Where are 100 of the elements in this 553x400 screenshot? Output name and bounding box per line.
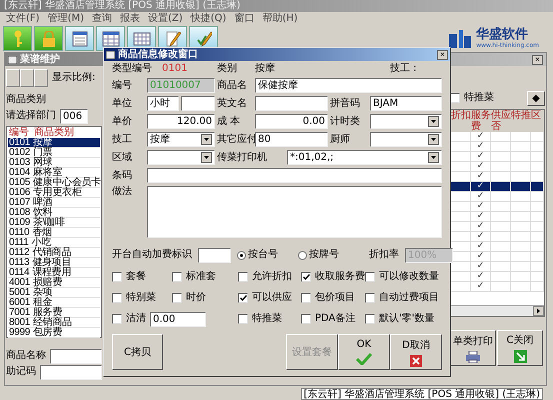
- category-row[interactable]: 4001 损赔费: [8, 278, 100, 288]
- name-field[interactable]: [50, 348, 102, 364]
- grid-row[interactable]: ✓: [451, 262, 544, 272]
- checkbox-label: 套餐: [126, 271, 146, 283]
- grid-row[interactable]: ✓: [451, 152, 544, 162]
- category-row[interactable]: 0112 代销商品: [8, 248, 100, 258]
- category-row[interactable]: 0105 健康中心会员卡: [8, 178, 100, 188]
- unit-field[interactable]: [181, 96, 215, 111]
- checkbox[interactable]: [301, 314, 311, 324]
- category-row[interactable]: 0102 门票: [8, 148, 100, 158]
- technician-dropdown[interactable]: 按摩: [147, 132, 215, 147]
- mnemonic-field[interactable]: [40, 364, 102, 380]
- menu-item[interactable]: 文件(F): [6, 12, 40, 24]
- checkbox[interactable]: [172, 293, 182, 303]
- grid-row[interactable]: ✓: [451, 282, 544, 292]
- pinyin-field[interactable]: BJAM: [370, 96, 442, 111]
- timing-dropdown[interactable]: [370, 114, 442, 129]
- menu-item[interactable]: 查询: [92, 12, 112, 24]
- category-row[interactable]: 6001 租金: [8, 298, 100, 308]
- menu-item[interactable]: 快捷(Q): [190, 12, 226, 24]
- category-row[interactable]: 5001 杂项: [8, 288, 100, 298]
- category-row[interactable]: 0114 课程费用: [8, 268, 100, 278]
- category-row[interactable]: 0113 健身项目: [8, 258, 100, 268]
- grid-row[interactable]: ✓: [451, 132, 544, 142]
- checkbox[interactable]: [365, 293, 375, 303]
- cancel-button[interactable]: D取消: [390, 334, 442, 370]
- checkbox[interactable]: [450, 93, 460, 103]
- checkbox[interactable]: [238, 293, 248, 303]
- column-header: 编号: [9, 128, 29, 138]
- radio-button[interactable]: [237, 250, 246, 260]
- grid-row[interactable]: ✓: [451, 162, 544, 172]
- close-button[interactable]: C关闭: [497, 330, 543, 366]
- category-row[interactable]: 0106 专用更衣柜: [8, 188, 100, 198]
- ok-button[interactable]: OK: [338, 334, 390, 370]
- cost-field[interactable]: 0.00: [255, 114, 328, 129]
- grid-row[interactable]: ✓: [451, 222, 544, 232]
- checkbox[interactable]: [112, 272, 122, 282]
- checkbox-label: 自动过费项目: [379, 292, 439, 304]
- grid-row[interactable]: ✓: [451, 142, 544, 152]
- cancel-icon: [410, 354, 422, 366]
- category-row[interactable]: 8001 经销商品: [8, 318, 100, 328]
- category-row[interactable]: 0108 饮料: [8, 208, 100, 218]
- category-row[interactable]: 0109 茶\咖啡: [8, 218, 100, 228]
- menu-item[interactable]: 窗口: [234, 12, 254, 24]
- category-row[interactable]: 0107 啤酒: [8, 198, 100, 208]
- dialog-title: 商品信息修改窗口: [118, 48, 198, 60]
- printer-dropdown[interactable]: *:01,02,;: [287, 150, 442, 165]
- method-text-area[interactable]: [147, 186, 442, 238]
- field-label: 请选择部门: [6, 110, 56, 122]
- checkbox-label: 收取服务费: [315, 271, 365, 283]
- category-row[interactable]: 9999 包房费: [8, 328, 100, 338]
- chef-dropdown[interactable]: [370, 132, 442, 147]
- sold-out-field[interactable]: 0.00: [150, 312, 206, 326]
- barcode-field[interactable]: [147, 168, 442, 183]
- toolbar-button[interactable]: [65, 26, 94, 51]
- menu-item[interactable]: 帮助(H): [262, 12, 298, 24]
- column-header: 特推: [511, 110, 531, 123]
- close-button[interactable]: ×: [532, 54, 543, 64]
- spreadsheet-icon: [102, 30, 120, 46]
- grid-row[interactable]: ✓: [451, 272, 544, 282]
- category-row[interactable]: 0110 香烟: [8, 228, 100, 238]
- radio-button[interactable]: [298, 250, 307, 260]
- price-field[interactable]: 120.00: [147, 114, 215, 129]
- checkbox[interactable]: [365, 314, 375, 324]
- menu-item[interactable]: 设置(Z): [148, 12, 183, 24]
- product-name-field[interactable]: 保健按摩: [255, 78, 442, 93]
- grid-row[interactable]: ✓: [451, 232, 544, 242]
- checkbox[interactable]: [365, 272, 375, 282]
- radio-label: 按牌号: [309, 249, 339, 261]
- print-button[interactable]: 单类打印: [450, 330, 496, 366]
- close-button[interactable]: ×: [437, 50, 448, 60]
- english-name-field[interactable]: [255, 96, 328, 111]
- grid-row[interactable]: ✓: [451, 182, 544, 192]
- checkbox[interactable]: [301, 293, 311, 303]
- checkbox[interactable]: [238, 272, 248, 282]
- grid-row[interactable]: ✓: [451, 202, 544, 212]
- other-payable-field[interactable]: 80: [255, 132, 328, 147]
- menu-item[interactable]: 管理(M): [48, 12, 84, 24]
- column-header: 区: [531, 110, 542, 123]
- diamond-button[interactable]: ◆: [527, 90, 545, 106]
- area-dropdown[interactable]: [147, 150, 215, 165]
- copy-button[interactable]: C拷贝: [112, 334, 163, 370]
- checkbox[interactable]: [172, 272, 182, 282]
- department-field[interactable]: 006: [60, 108, 88, 124]
- category-row[interactable]: 0103 网球: [8, 158, 100, 168]
- auto-fee-field[interactable]: [198, 248, 231, 262]
- category-row[interactable]: 0111 小吃: [8, 238, 100, 248]
- checkbox[interactable]: [301, 272, 311, 282]
- window-title: 菜谱维护: [20, 54, 60, 66]
- category-row[interactable]: 0104 麻将室: [8, 168, 100, 178]
- checkbox[interactable]: [238, 314, 248, 324]
- menu-item[interactable]: 报表: [120, 12, 140, 24]
- checkbox[interactable]: [112, 293, 122, 303]
- field-label: 区域: [112, 152, 133, 164]
- checkbox[interactable]: [112, 314, 122, 324]
- grid-row[interactable]: ✓: [451, 212, 544, 222]
- unit-field[interactable]: 小时: [147, 96, 179, 111]
- table-icon: [132, 32, 150, 46]
- category-row[interactable]: 7001 服务费: [8, 308, 100, 318]
- grid-row[interactable]: ✓: [451, 192, 544, 202]
